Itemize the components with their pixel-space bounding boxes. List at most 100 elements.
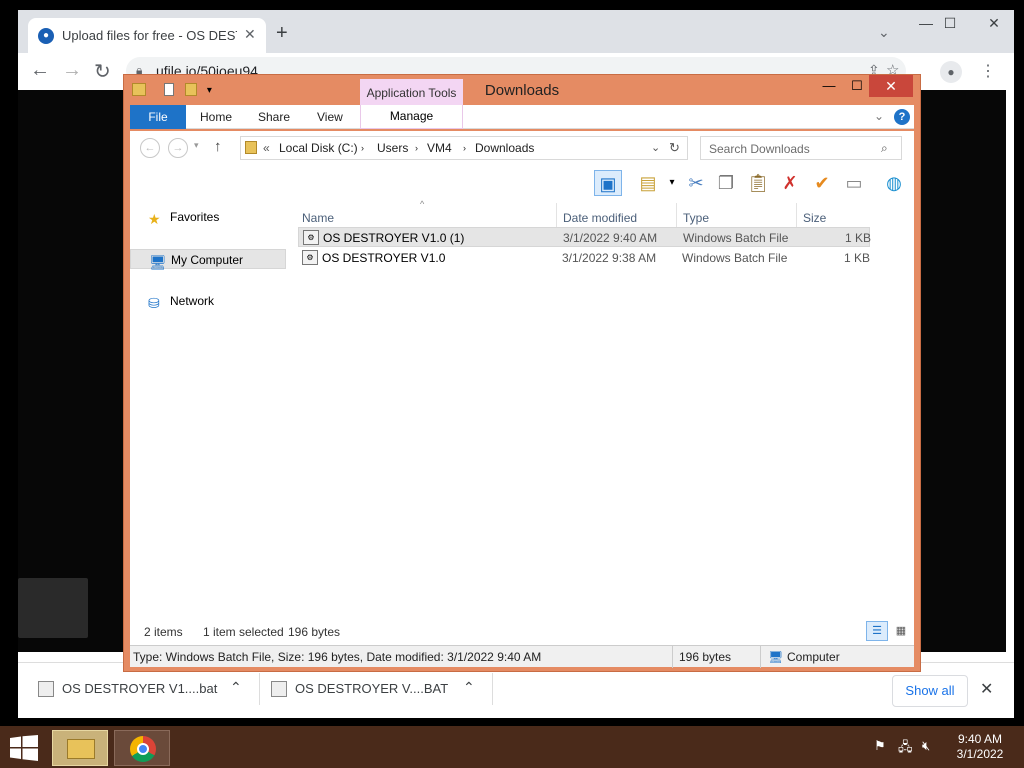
breadcrumb-vm4[interactable]: VM4 [427, 141, 452, 155]
network-tray-icon[interactable]: 🖧︎ [898, 738, 913, 760]
column-header-type[interactable]: Type [683, 207, 709, 229]
show-all-button[interactable]: Show all [892, 675, 968, 707]
download-item[interactable]: OS DESTROYER V1....bat ⌃ [30, 673, 260, 705]
details-view-icon[interactable]: ☰ [866, 621, 888, 641]
file-name: OS DESTROYER V1.0 [322, 251, 446, 265]
close-window-icon[interactable]: ✕ [974, 12, 1014, 36]
download-name: OS DESTROYER V....BAT [295, 681, 449, 696]
download-item[interactable]: OS DESTROYER V....BAT ⌃ [263, 673, 493, 705]
breadcrumb-overflow[interactable]: « [263, 141, 270, 155]
rename-check-icon[interactable]: ✔ [808, 170, 836, 196]
tab-search-chevron-icon[interactable]: ⌄ [878, 24, 890, 41]
properties-icon[interactable]: ▭ [840, 170, 868, 196]
batch-file-icon: ⚙︎ [303, 230, 319, 245]
divider [760, 646, 761, 668]
properties-icon[interactable] [163, 83, 174, 97]
explorer-minimize-icon[interactable]: — [814, 75, 844, 97]
breadcrumb-local-disk[interactable]: Local Disk (C:) [279, 141, 358, 155]
recaptcha-badge[interactable] [18, 578, 88, 638]
file-date: 3/1/2022 9:38 AM [562, 251, 657, 265]
column-divider[interactable] [676, 203, 677, 227]
column-divider[interactable] [796, 203, 797, 227]
profile-avatar-icon[interactable]: ● [940, 61, 962, 83]
breadcrumb-separator-icon[interactable]: › [361, 143, 364, 153]
batch-file-icon [271, 681, 287, 697]
refresh-icon[interactable]: ↻ [669, 140, 680, 156]
volume-muted-icon[interactable]: 🔇︎ [922, 738, 930, 754]
action-center-flag-icon[interactable]: ⚑ [874, 738, 886, 754]
up-icon[interactable]: ↑ [214, 138, 222, 155]
breadcrumb-users[interactable]: Users [377, 141, 408, 155]
reload-icon[interactable]: ↻ [94, 59, 111, 84]
explorer-address-bar[interactable]: « Local Disk (C:) › Users › VM4 › Downlo… [240, 136, 688, 160]
tab-close-icon[interactable]: ✕ [244, 26, 256, 43]
tab-file[interactable]: File [130, 105, 186, 129]
delete-icon[interactable]: ✗ [776, 170, 804, 196]
breadcrumb-separator-icon[interactable]: › [415, 143, 418, 153]
preview-pane-icon[interactable]: ▣ [594, 170, 622, 196]
nav-item-network[interactable]: ⛁ Network [130, 291, 286, 311]
chevron-up-icon[interactable]: ⌃ [230, 679, 242, 696]
folder-icon [245, 141, 257, 154]
details-size: 196 bytes [679, 650, 732, 664]
system-clock[interactable]: 9:40 AM 3/1/2022 [950, 732, 1010, 762]
chrome-taskbar-button[interactable] [114, 730, 170, 766]
file-row[interactable]: ⚙︎ OS DESTROYER V1.0 (1) 3/1/2022 9:40 A… [298, 227, 871, 247]
column-header-date[interactable]: Date modified [563, 207, 637, 229]
explorer-maximize-icon[interactable]: ☐ [842, 75, 872, 97]
forward-icon[interactable]: → [62, 59, 82, 82]
large-icons-view-icon[interactable]: ▦ [890, 621, 912, 641]
column-divider[interactable] [556, 203, 557, 227]
cut-icon[interactable]: ✂ [682, 170, 710, 196]
file-type: Windows Batch File [682, 251, 788, 265]
globe-icon[interactable]: ◍ [880, 170, 908, 196]
copy-icon[interactable]: ❐ [712, 170, 740, 196]
back-icon[interactable]: ← [140, 138, 160, 158]
column-header-name[interactable]: Name [302, 207, 334, 229]
breadcrumb-separator-icon[interactable]: › [463, 143, 466, 153]
file-row[interactable]: ⚙︎ OS DESTROYER V1.0 3/1/2022 9:38 AM Wi… [298, 248, 870, 268]
new-tab-button[interactable]: + [276, 22, 288, 45]
computer-icon: 🖥︎ [768, 650, 784, 664]
windows-start-icon[interactable] [10, 735, 38, 761]
recent-locations-icon[interactable]: ▾ [194, 140, 199, 151]
nav-item-my-computer[interactable]: 🖥︎ My Computer [130, 249, 286, 270]
chevron-up-icon[interactable]: ⌃ [463, 679, 475, 696]
folder-icon [132, 83, 146, 97]
file-explorer-taskbar-button[interactable] [52, 730, 108, 766]
tab-home[interactable]: Home [200, 105, 232, 129]
forward-icon[interactable]: → [168, 138, 188, 158]
search-box[interactable]: Search Downloads ⌕ [700, 136, 902, 160]
menu-kebab-icon[interactable]: ⋮ [980, 61, 996, 81]
selection-size: 196 bytes [288, 625, 341, 639]
customize-qat-icon[interactable]: ▾ [207, 85, 212, 96]
new-folder-icon[interactable] [185, 83, 198, 97]
explorer-titlebar: Downloads ▾ Application Tools — ☐ ✕ [124, 75, 920, 107]
nav-item-favorites[interactable]: ★ Favorites [130, 207, 286, 227]
tab-manage[interactable]: Manage [360, 105, 463, 129]
explorer-window: Downloads ▾ Application Tools — ☐ ✕ File… [123, 74, 921, 672]
paste-icon[interactable]: 📋︎ [744, 170, 772, 196]
quick-access-toolbar[interactable]: ▾ [132, 81, 212, 97]
column-header-size[interactable]: Size [803, 207, 826, 229]
folder-icon [67, 739, 95, 759]
help-icon[interactable]: ? [894, 109, 910, 125]
breadcrumb-downloads[interactable]: Downloads [475, 141, 534, 155]
search-icon[interactable]: ⌕ [881, 141, 888, 156]
explorer-close-icon[interactable]: ✕ [869, 75, 913, 97]
maximize-icon[interactable]: ☐ [930, 12, 970, 36]
file-details-text: Type: Windows Batch File, Size: 196 byte… [133, 650, 542, 664]
close-shelf-icon[interactable]: ✕ [980, 679, 993, 699]
tab-strip: ● Upload files for free - OS DESTRO ✕ + … [18, 10, 1014, 53]
address-dropdown-icon[interactable]: ⌄ [651, 141, 660, 154]
ribbon-tabs: File Home Share View Manage ⌄ ? [130, 105, 914, 129]
browser-tab[interactable]: ● Upload files for free - OS DESTRO ✕ [28, 18, 266, 53]
tab-view[interactable]: View [317, 105, 343, 129]
sort-ascending-icon: ^ [420, 199, 425, 209]
computer-icon: 🖥︎ [149, 254, 167, 270]
back-icon[interactable]: ← [30, 59, 50, 82]
file-date: 3/1/2022 9:40 AM [563, 231, 658, 245]
item-count: 2 items [144, 625, 183, 639]
expand-ribbon-icon[interactable]: ⌄ [874, 109, 884, 123]
tab-share[interactable]: Share [258, 105, 290, 129]
